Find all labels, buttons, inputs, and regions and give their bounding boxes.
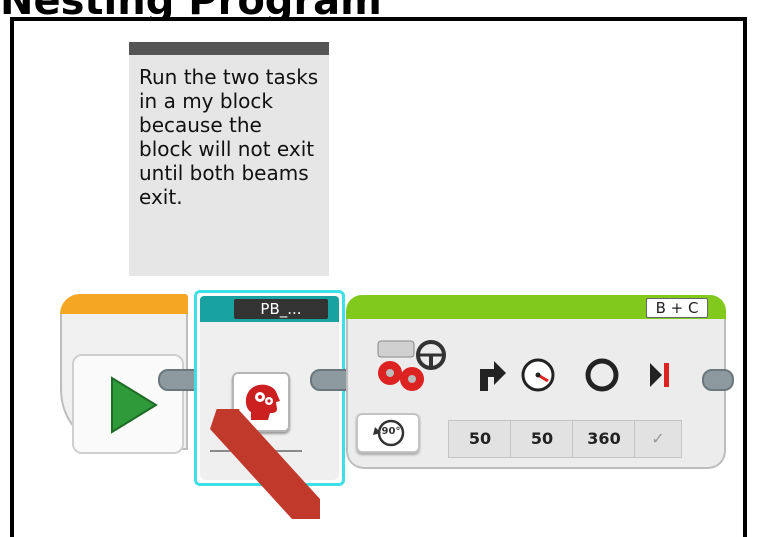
mode-selector[interactable]: 90° bbox=[356, 413, 420, 453]
speed-gauge-icon bbox=[521, 358, 555, 392]
start-block-header bbox=[60, 294, 188, 314]
annotation-arrow bbox=[210, 409, 320, 519]
my-block-name: PB_... bbox=[234, 299, 328, 319]
motor-port-selector[interactable]: B + C bbox=[646, 298, 708, 318]
comment-drag-bar[interactable] bbox=[129, 42, 329, 55]
steering-value-input[interactable]: 50 bbox=[448, 420, 512, 458]
power-value-input[interactable]: 50 bbox=[510, 420, 574, 458]
brake-icon bbox=[650, 363, 669, 387]
my-block-header: PB_... bbox=[200, 296, 339, 322]
move-steering-block[interactable]: B + C 90° 50 50 360 ✓ bbox=[346, 295, 726, 469]
steering-arrow-icon bbox=[480, 361, 506, 391]
rotation-ring-icon bbox=[585, 358, 619, 392]
move-steering-header: B + C bbox=[346, 295, 726, 319]
sequence-wire-out[interactable] bbox=[702, 369, 734, 391]
comment-text[interactable]: Run the two tasks in a my block because … bbox=[129, 55, 329, 209]
comment-box[interactable]: Run the two tasks in a my block because … bbox=[129, 42, 329, 276]
steering-motor-icon bbox=[377, 340, 446, 391]
brake-toggle[interactable]: ✓ bbox=[634, 420, 682, 458]
mode-value: 90° bbox=[381, 426, 401, 437]
rotations-value-input[interactable]: 360 bbox=[572, 420, 636, 458]
